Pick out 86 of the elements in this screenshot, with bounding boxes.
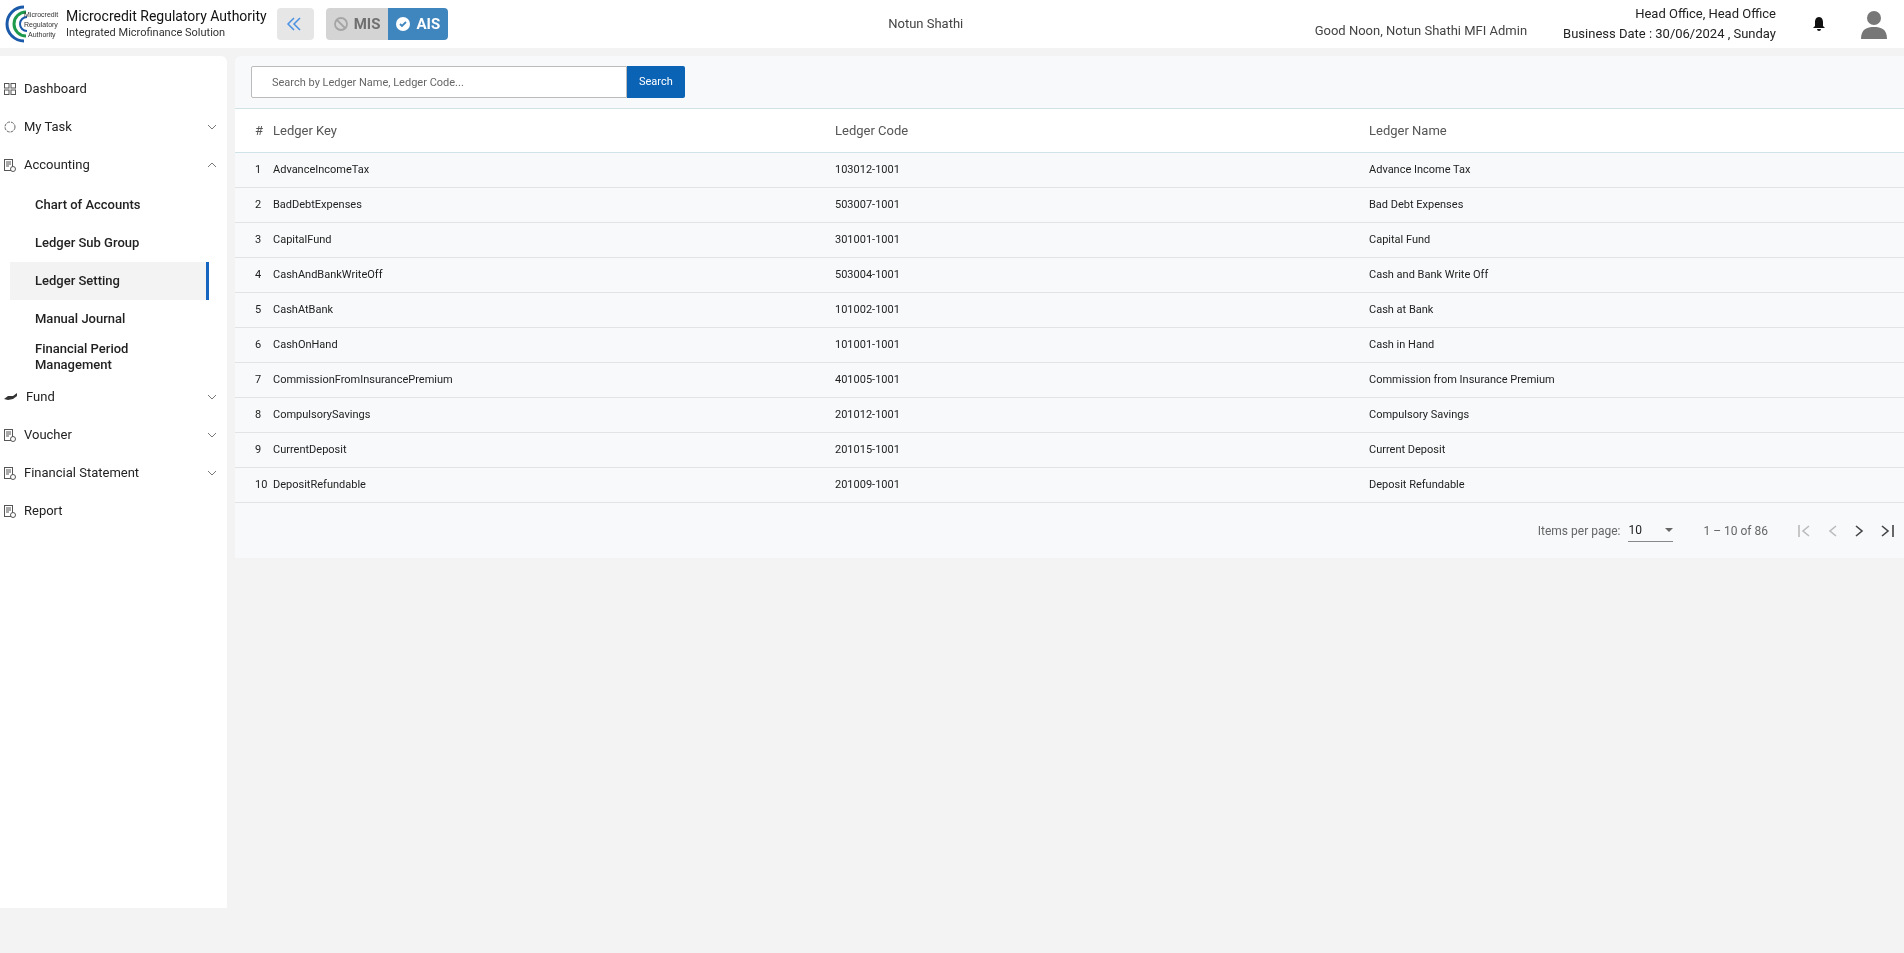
page-size-select[interactable]: 10 [1628,519,1674,542]
sidebar-item[interactable]: Fund [0,378,227,416]
column-header: # [255,122,263,138]
table-cell: Cash and Bank Write Off [1369,267,1489,281]
column-header: Ledger Name [1369,122,1447,138]
document-icon [4,428,16,442]
document-icon [4,158,16,172]
table-cell: Bad Debt Expenses [1369,197,1464,211]
submenu-item[interactable]: Manual Journal [10,300,209,338]
sidebar-item[interactable]: My Task [0,108,227,146]
table-cell: DepositRefundable [273,477,366,491]
table-cell: Cash at Bank [1369,302,1434,316]
check-circle-icon [396,17,411,31]
table-cell: BadDebtExpenses [273,197,362,211]
chevron-up-icon [207,162,217,168]
search-field[interactable]: Search by Ledger Name, Ledger Code... [251,66,627,98]
table-cell: 201009-1001 [835,477,900,491]
table-cell: 101002-1001 [835,302,900,316]
table-cell: 1 [255,162,262,176]
table-cell: 10 [255,477,268,491]
table-cell: Cash in Hand [1369,337,1435,351]
table-cell: 503007-1001 [835,197,900,211]
submenu-item[interactable]: Ledger Setting [10,262,209,300]
table-cell: Advance Income Tax [1369,162,1471,176]
submenu-item[interactable]: Ledger Sub Group [10,224,209,262]
search-button[interactable]: Search [627,66,685,98]
table-cell: 101001-1001 [835,337,900,351]
chevron-down-icon [207,432,217,438]
table-cell: 7 [255,372,262,386]
table-cell: CompulsorySavings [273,407,371,421]
table-cell: 503004-1001 [835,267,900,281]
table-cell: CashAndBankWriteOff [273,267,383,281]
circle-icon [4,121,16,133]
table-cell: CapitalFund [273,232,332,246]
table-cell: Commission from Insurance Premium [1369,372,1555,386]
table-cell: Compulsory Savings [1369,407,1470,421]
table-cell: 6 [255,337,262,351]
greeting-text: Good Noon, Notun Shathi MFI Admin [1314,21,1528,40]
table-cell: 401005-1001 [835,372,900,386]
table-cell: CurrentDeposit [273,442,347,456]
table-cell: 301001-1001 [835,232,900,246]
table-cell: CashOnHand [273,337,338,351]
office-name: Head Office, Head Office [1635,5,1776,23]
app-subtitle: Integrated Microfinance Solution [66,25,227,40]
items-per-page-label: Items per page: [1537,522,1621,540]
chevron-down-icon [207,470,217,476]
bell-icon[interactable] [1812,16,1826,32]
submenu-item[interactable]: Chart of Accounts [10,186,209,224]
next-page-icon[interactable] [1854,524,1864,537]
table-cell: Current Deposit [1369,442,1446,456]
table-cell: AdvanceIncomeTax [273,162,370,176]
ban-icon [333,17,348,31]
table-cell: 201012-1001 [835,407,900,421]
page-range: 1 – 10 of 86 [1703,522,1768,540]
submenu-item[interactable]: Financial Period Management [10,338,209,376]
chevron-down-icon [207,394,217,400]
table-cell: 9 [255,442,262,456]
sidebar-item[interactable]: Report [0,492,227,530]
table-cell: Capital Fund [1369,232,1431,246]
column-header: Ledger Code [835,122,909,138]
sidebar-item[interactable]: Voucher [0,416,227,454]
last-page-icon[interactable] [1880,524,1894,537]
document-icon [4,504,16,518]
table-cell: 3 [255,232,262,246]
business-date: Business Date : 30/06/2024 , Sunday [1563,25,1776,43]
table-cell: 5 [255,302,262,316]
chevron-down-icon [207,124,217,130]
table-cell: 201015-1001 [835,442,900,456]
user-avatar-icon[interactable] [1860,9,1888,39]
organization-name: Notun Shathi [888,15,964,34]
sidebar-item[interactable]: Accounting [0,146,227,184]
table-cell: 103012-1001 [835,162,900,176]
sidebar-item[interactable]: Financial Statement [0,454,227,492]
dropdown-caret-icon [1665,528,1674,532]
table-cell: 4 [255,267,262,281]
sidebar-item[interactable]: Dashboard [0,70,227,108]
column-header: Ledger Key [273,122,337,138]
table-cell: CashAtBank [273,302,334,316]
app-title: Microcredit Regulatory Authority [66,8,267,26]
table-cell: CommissionFromInsurancePremium [273,372,453,386]
table-cell: 2 [255,197,262,211]
table-cell: Deposit Refundable [1369,477,1465,491]
grid-icon [4,83,16,95]
table-cell: 8 [255,407,262,421]
document-icon [4,466,16,480]
mode-toggle[interactable]: AIS [388,8,449,40]
